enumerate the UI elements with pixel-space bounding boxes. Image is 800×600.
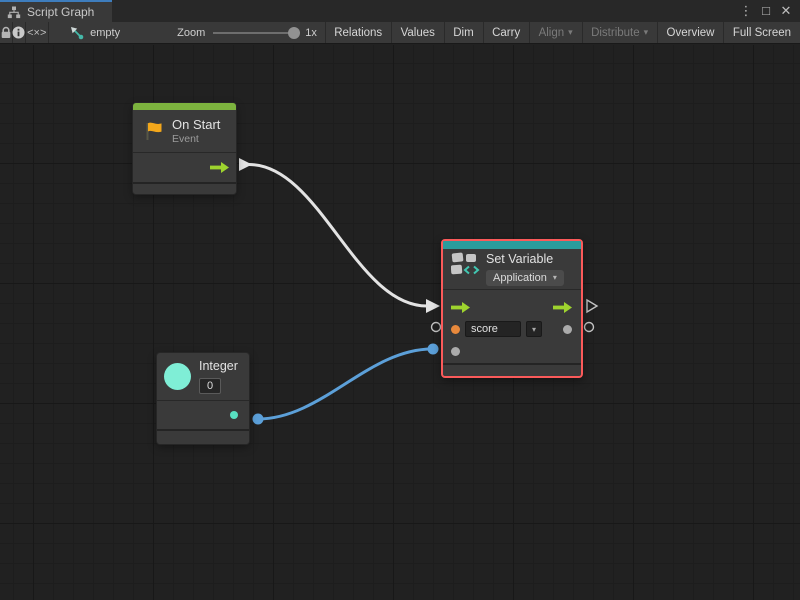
zoom-slider-handle[interactable] [288, 27, 300, 39]
graph-canvas[interactable]: On Start Event Integer 0 [0, 45, 800, 600]
tab-script-graph[interactable]: Script Graph [0, 0, 112, 22]
node-footer [157, 429, 249, 444]
graph-pointer-icon [70, 26, 84, 40]
flow-output-port[interactable] [210, 162, 229, 173]
node-on-start[interactable]: On Start Event [133, 103, 236, 194]
node-subtitle: Event [172, 133, 220, 145]
set-variable-icon [451, 252, 481, 276]
tab-title: Script Graph [27, 5, 94, 19]
node-title: Set Variable [486, 252, 564, 268]
integer-header: Integer 0 [157, 353, 249, 400]
align-button[interactable]: Align ▾ [530, 22, 582, 43]
lock-button[interactable] [0, 22, 12, 43]
chevron-down-icon: ▾ [644, 27, 649, 38]
flow-output-port[interactable] [553, 302, 572, 313]
window-maximize-icon[interactable]: □ [758, 1, 774, 21]
on-start-header: On Start Event [133, 110, 236, 152]
code-brackets-icon: <×> [27, 27, 46, 39]
dim-button[interactable]: Dim [444, 22, 482, 43]
chevron-down-icon: ▾ [568, 27, 573, 38]
flow-wire-start-triangle [239, 158, 252, 171]
zoom-label: Zoom [177, 27, 205, 39]
flow-input-port[interactable] [451, 302, 470, 313]
node-set-variable[interactable]: Set Variable Application ▾ [441, 239, 583, 378]
value-output-socket[interactable] [585, 323, 594, 332]
graph-icon [7, 6, 21, 19]
integer-value-field[interactable]: 0 [199, 378, 221, 394]
value-wire-start-dot [253, 414, 264, 425]
variable-accent-strip [443, 241, 581, 249]
value-input-row [451, 342, 572, 360]
name-input-port[interactable] [451, 325, 460, 334]
distribute-button[interactable]: Distribute ▾ [582, 22, 657, 43]
flow-wire-end-arrow [426, 299, 440, 313]
variable-name-field[interactable]: score [465, 321, 521, 337]
distribute-button-label: Distribute [591, 27, 640, 39]
wires-layer [0, 45, 800, 600]
flow-wire[interactable] [249, 165, 427, 307]
info-icon [12, 26, 25, 39]
integer-port-row [157, 400, 249, 429]
graph-breadcrumb[interactable]: empty [48, 22, 143, 43]
flow-output-socket[interactable] [587, 300, 597, 312]
window-close-icon[interactable]: ✕ [778, 1, 794, 21]
graph-status-label: empty [90, 27, 120, 39]
value-input-port[interactable] [451, 347, 460, 356]
window-controls: ⋮ □ ✕ [738, 0, 800, 22]
node-title: On Start [172, 117, 220, 133]
align-button-label: Align [539, 27, 565, 39]
flag-icon [141, 119, 165, 143]
set-variable-header: Set Variable Application ▾ [443, 249, 581, 289]
zoom-value: 1x [305, 27, 317, 39]
carry-children-button[interactable]: <×> [26, 22, 48, 43]
node-title: Integer [199, 359, 238, 375]
zoom-slider[interactable] [213, 32, 297, 34]
carry-button[interactable]: Carry [483, 22, 529, 43]
on-start-port-row [133, 152, 236, 182]
overview-button[interactable]: Overview [658, 22, 724, 43]
zoom-control: Zoom 1x [143, 22, 325, 43]
integer-output-port[interactable] [230, 411, 238, 419]
variable-scope-dropdown[interactable]: Application ▾ [486, 270, 564, 286]
value-input-socket[interactable] [432, 323, 441, 332]
lock-icon [0, 26, 12, 39]
integer-type-icon [164, 363, 191, 390]
variable-picker-button[interactable]: ▾ [526, 321, 542, 337]
tab-bar: Script Graph ⋮ □ ✕ [0, 0, 800, 22]
node-footer [133, 182, 236, 194]
flow-port-row [451, 298, 572, 316]
set-variable-body: score ▾ [443, 289, 581, 360]
info-button[interactable] [12, 22, 25, 43]
relations-button[interactable]: Relations [325, 22, 391, 43]
value-wire-end-dot [428, 344, 439, 355]
node-integer[interactable]: Integer 0 [157, 353, 249, 444]
fullscreen-button[interactable]: Full Screen [724, 22, 800, 43]
values-button[interactable]: Values [392, 22, 444, 43]
chevron-down-icon: ▾ [553, 273, 557, 282]
graph-toolbar: <×> empty Zoom 1x Relations Values Dim C… [0, 22, 800, 44]
chevron-down-icon: ▾ [532, 325, 536, 334]
window-menu-icon[interactable]: ⋮ [738, 1, 754, 21]
variable-name-row: score ▾ [451, 320, 572, 338]
value-wire[interactable] [258, 349, 432, 419]
node-footer [443, 363, 581, 376]
scope-label: Application [493, 272, 547, 284]
value-output-port[interactable] [563, 325, 572, 334]
event-accent-strip [133, 103, 236, 110]
